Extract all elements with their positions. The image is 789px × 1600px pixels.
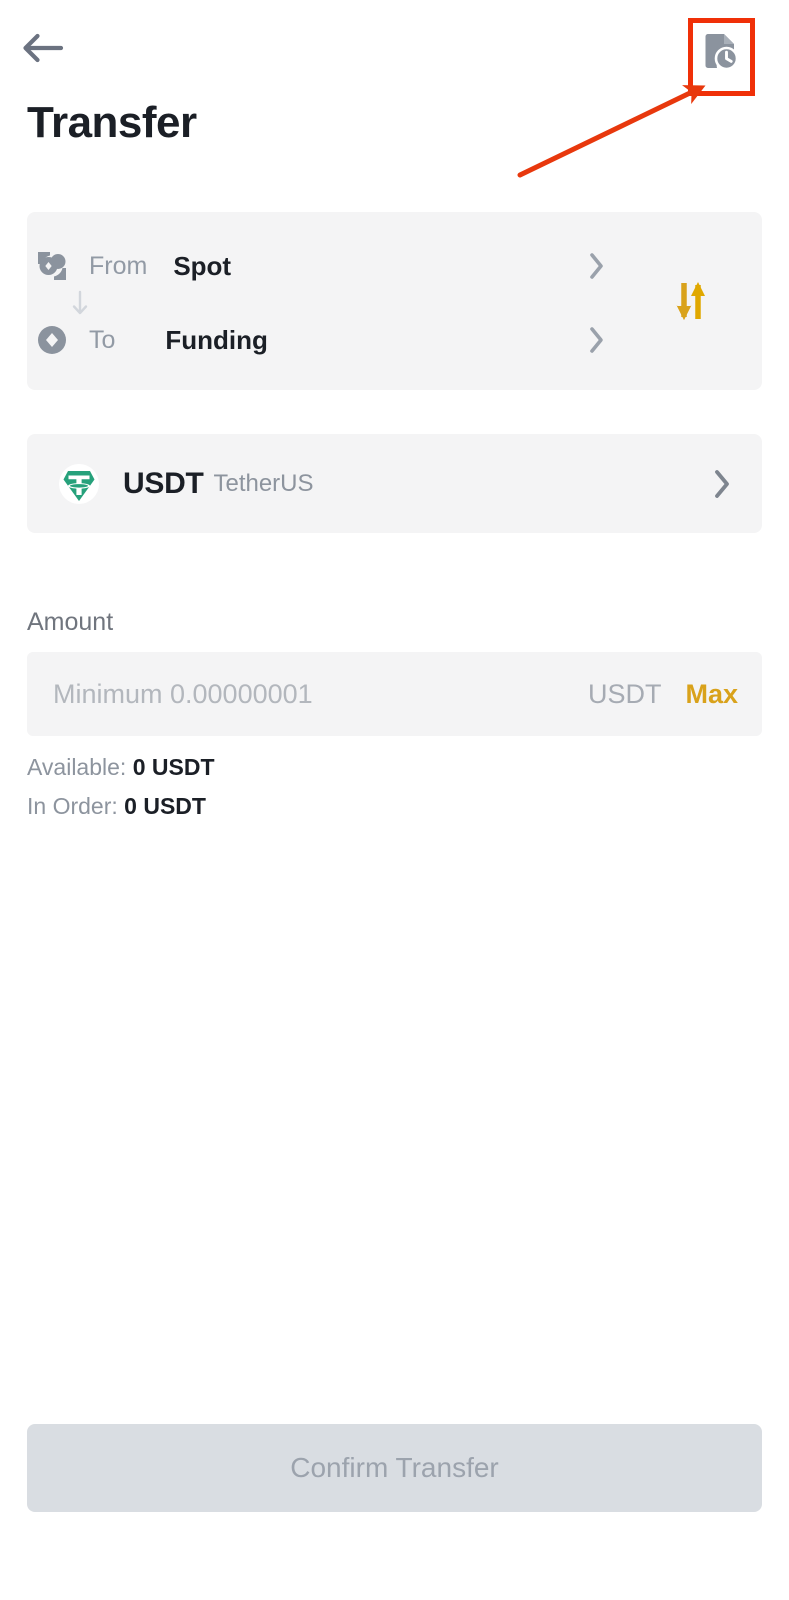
swap-direction-button[interactable] xyxy=(662,272,720,330)
coin-symbol: USDT xyxy=(123,466,204,500)
from-label: From xyxy=(89,251,148,280)
amount-input-field[interactable]: USDT Max xyxy=(27,652,762,736)
transfer-history-button[interactable] xyxy=(697,27,745,75)
funding-wallet-icon xyxy=(32,320,72,360)
arrow-down-icon xyxy=(66,289,94,317)
page-title: Transfer xyxy=(27,98,197,147)
wallet-selection-card xyxy=(27,212,762,390)
in-order-value: 0 USDT xyxy=(124,793,206,819)
back-button[interactable] xyxy=(22,26,74,70)
from-value: Spot xyxy=(173,250,232,281)
available-label: Available: xyxy=(27,754,127,780)
amount-unit-label: USDT xyxy=(587,678,662,709)
amount-label: Amount xyxy=(27,608,114,636)
coin-selector-inner: USDT TetherUS xyxy=(57,434,736,533)
spot-wallet-icon xyxy=(32,246,72,286)
header-bar: Transfer xyxy=(0,0,789,147)
in-order-label: In Order: xyxy=(27,793,118,819)
swap-vertical-arrows-icon xyxy=(676,282,705,320)
transfer-screen: Transfer From Spot To Funding USDT Tethe… xyxy=(0,0,789,1600)
chevron-right-icon xyxy=(584,253,610,279)
from-wallet-row[interactable]: From Spot xyxy=(32,243,620,289)
to-value: Funding xyxy=(165,324,268,355)
coin-full-name: TetherUS xyxy=(213,469,314,497)
available-value: 0 USDT xyxy=(132,754,215,780)
document-clock-history-icon xyxy=(705,34,739,71)
max-button[interactable]: Max xyxy=(685,679,738,710)
chevron-right-icon xyxy=(584,327,610,353)
in-order-balance-line: In Order: 0 USDT xyxy=(27,793,206,820)
to-wallet-row[interactable]: To Funding xyxy=(32,317,620,363)
tether-usdt-logo-icon xyxy=(57,462,101,506)
available-balance-line: Available: 0 USDT xyxy=(27,754,215,781)
to-label: To xyxy=(89,325,116,354)
amount-input[interactable] xyxy=(53,652,576,736)
arrow-left-icon xyxy=(23,33,64,63)
confirm-transfer-button[interactable]: Confirm Transfer xyxy=(27,1424,762,1512)
coin-selector-card[interactable]: USDT TetherUS xyxy=(27,434,762,533)
chevron-right-icon xyxy=(708,469,736,498)
